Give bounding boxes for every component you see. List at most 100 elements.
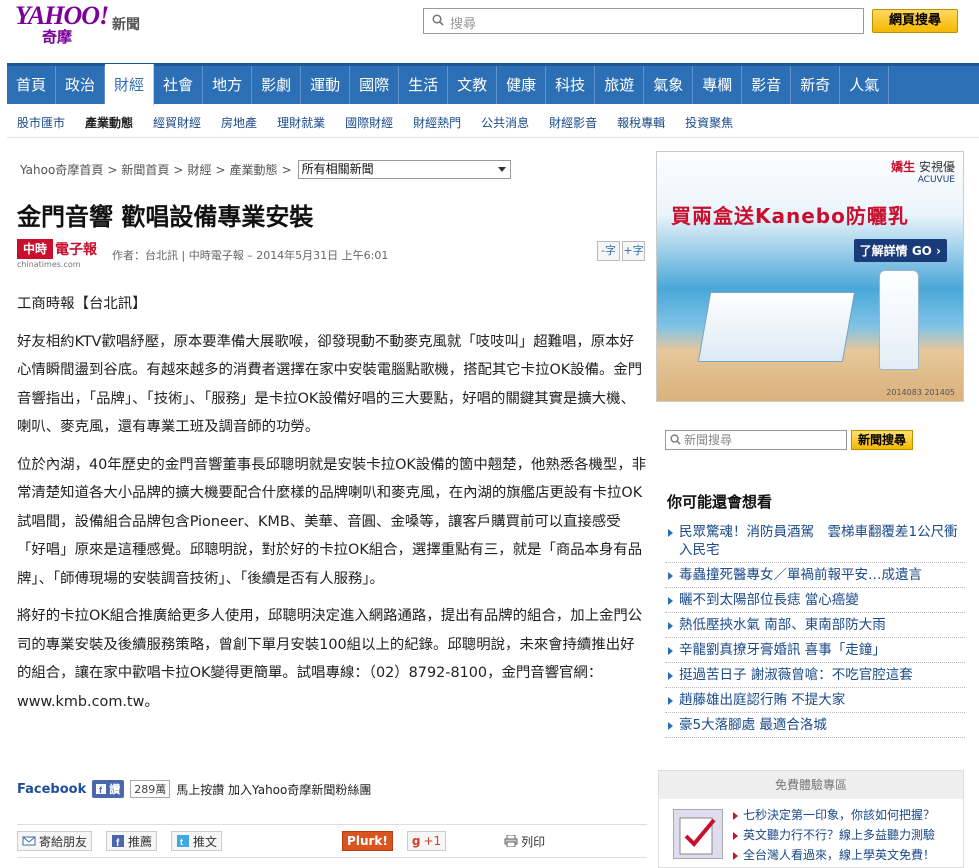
print-button[interactable]: 列印 bbox=[500, 831, 549, 851]
main-nav-tab[interactable]: 旅遊 bbox=[595, 66, 645, 104]
main-nav-tab[interactable]: 影劇 bbox=[252, 66, 302, 104]
facebook-label: Facebook bbox=[17, 781, 87, 797]
ad-product-image bbox=[697, 292, 856, 362]
email-friend-label: 寄給朋友 bbox=[39, 834, 88, 849]
sub-nav-item[interactable]: 國際財經 bbox=[335, 108, 403, 137]
font-size-controls: -字 +字 bbox=[597, 241, 645, 261]
breadcrumb-finance[interactable]: 財經 bbox=[187, 161, 211, 178]
like-cta-text[interactable]: 馬上按讚 加入Yahoo奇摩新聞粉絲團 bbox=[176, 781, 371, 798]
related-item[interactable]: 辛龍劉真撩牙膏婚訊 喜事「走鐘」 bbox=[665, 638, 965, 663]
facebook-row: Facebook f 讚 289萬 馬上按讚 加入Yahoo奇摩新聞粉絲團 bbox=[17, 780, 371, 798]
search-icon bbox=[432, 14, 444, 26]
sub-nav-item[interactable]: 公共消息 bbox=[471, 108, 539, 137]
sub-nav-item[interactable]: 經貿財經 bbox=[143, 108, 211, 137]
source-name: 電子報 bbox=[55, 242, 97, 258]
main-nav-tab[interactable]: 社會 bbox=[154, 66, 204, 104]
main-nav-tab[interactable]: 首頁 bbox=[7, 66, 57, 104]
font-smaller-button[interactable]: -字 bbox=[597, 241, 620, 261]
search-input[interactable]: 搜尋 bbox=[423, 8, 864, 34]
svg-text:t: t bbox=[180, 837, 183, 847]
free-trial-item[interactable]: 全台灣人看過來，線上學英文免費！ bbox=[731, 845, 935, 865]
facebook-icon: f bbox=[96, 784, 107, 794]
related-item[interactable]: 趙藤雄出庭認行賄 不提大家 bbox=[665, 688, 965, 713]
main-nav-tab[interactable]: 科技 bbox=[546, 66, 596, 104]
ad-brand-name: 安視優 bbox=[918, 160, 955, 174]
facebook-like-button[interactable]: f 讚 bbox=[92, 780, 125, 798]
main-nav-tab[interactable]: 氣象 bbox=[644, 66, 694, 104]
breadcrumb-home[interactable]: Yahoo奇摩首頁 bbox=[20, 161, 103, 178]
article-paragraph: 將好的卡拉OK組合推廣給更多人使用，邱聰明決定進入網路通路，提出有品牌的組合，加… bbox=[17, 608, 643, 710]
free-trial-item[interactable]: 七秒決定第一印象，你該如何把握？ bbox=[731, 805, 935, 825]
related-item[interactable]: 豪5大落腳處 最適合洛城 bbox=[665, 713, 965, 738]
related-item[interactable]: 毒蟲撞死醫專女／單禍前報平安…成遺言 bbox=[665, 563, 965, 588]
main-nav-tab[interactable]: 新奇 bbox=[791, 66, 841, 104]
recommend-label: 推薦 bbox=[128, 834, 153, 849]
main-nav-tab[interactable]: 文教 bbox=[448, 66, 498, 104]
sub-nav-item[interactable]: 理財就業 bbox=[267, 108, 335, 137]
main-nav-tab[interactable]: 生活 bbox=[399, 66, 449, 104]
logo-sub: 奇摩 bbox=[42, 28, 73, 46]
sub-nav-item[interactable]: 財經影音 bbox=[539, 108, 607, 137]
main-nav-tab[interactable]: 運動 bbox=[301, 66, 351, 104]
facebook-recommend-button[interactable]: f 推薦 bbox=[106, 831, 158, 851]
tweet-button[interactable]: t 推文 bbox=[171, 831, 223, 851]
google-plus-label: +1 bbox=[423, 834, 442, 848]
google-plus-button[interactable]: g +1 bbox=[406, 831, 447, 851]
main-nav-tab[interactable]: 影音 bbox=[742, 66, 792, 104]
font-larger-button[interactable]: +字 bbox=[622, 241, 645, 261]
related-item[interactable]: 曬不到太陽部位長痣 當心癌變 bbox=[665, 588, 965, 613]
ad-brand: 嬌生 安視優 ACUVUE bbox=[891, 158, 955, 185]
web-search-button[interactable]: 網頁搜尋 bbox=[872, 9, 958, 33]
main-nav-tab[interactable]: 地方 bbox=[203, 66, 253, 104]
article-title: 金門音響 歡唱設備專業安裝 bbox=[17, 202, 314, 231]
ad-sunscreen-image bbox=[879, 270, 919, 370]
sub-nav-item[interactable]: 財經熱門 bbox=[403, 108, 471, 137]
source-logo[interactable]: 中時 電子報 chinatimes.com bbox=[17, 239, 103, 269]
main-nav-tab[interactable]: 健康 bbox=[497, 66, 547, 104]
news-search-input[interactable]: 新聞搜尋 bbox=[665, 430, 847, 450]
section-label[interactable]: 新聞 bbox=[112, 14, 140, 34]
tweet-label: 推文 bbox=[193, 834, 218, 849]
printer-icon bbox=[504, 835, 518, 847]
main-nav-tab[interactable]: 財經 bbox=[105, 64, 155, 106]
free-trial-list: 七秒決定第一印象，你該如何把握？ 英文聽力行不行？線上多益聽力測驗 全台灣人看過… bbox=[731, 805, 935, 865]
facebook-icon: f bbox=[112, 835, 125, 847]
related-item[interactable]: 挺過苦日子 謝淑薇曾嗆：不吃官腔這套 bbox=[665, 663, 965, 688]
print-label: 列印 bbox=[521, 834, 546, 849]
related-item[interactable]: 民眾驚魂！消防員酒駕 雲梯車翻覆差1公尺衝入民宅 bbox=[665, 520, 965, 563]
ad-code: 2014083 201405 bbox=[886, 388, 955, 397]
sub-nav-item[interactable]: 報稅專輯 bbox=[607, 108, 675, 137]
source-url: chinatimes.com bbox=[17, 260, 81, 269]
ad-brand-en: ACUVUE bbox=[917, 175, 955, 185]
main-nav-tab[interactable]: 專欄 bbox=[693, 66, 743, 104]
plurk-button[interactable]: Plurk! bbox=[342, 831, 393, 851]
breadcrumb-separator: > bbox=[215, 162, 226, 177]
related-news-select[interactable]: 所有相關新聞 bbox=[297, 160, 511, 179]
article-byline: 作者：台北訊 | 中時電子報 – 2014年5月31日 上午6:01 bbox=[112, 249, 389, 262]
mail-icon bbox=[22, 836, 36, 846]
sub-nav-item[interactable]: 房地產 bbox=[211, 108, 267, 137]
header: YAHOO! 奇摩 新聞 搜尋 網頁搜尋 bbox=[0, 0, 979, 62]
article-body: 工商時報【台北訊】 好友相約KTV歡唱紓壓，原本要準備大展歌喉，卻發現動不動麥克… bbox=[17, 290, 647, 725]
sub-nav-item[interactable]: 產業動態 bbox=[75, 108, 143, 137]
acuvue-ad-banner[interactable]: 嬌生 安視優 ACUVUE 買兩盒送Kanebo防曬乳 了解詳情 GO › 20… bbox=[656, 151, 964, 402]
google-plus-icon: g bbox=[411, 834, 421, 848]
breadcrumb-news[interactable]: 新聞首頁 bbox=[121, 161, 169, 178]
breadcrumb-separator: > bbox=[281, 162, 292, 177]
email-friend-button[interactable]: 寄給朋友 bbox=[17, 831, 93, 851]
twitter-icon: t bbox=[177, 835, 190, 847]
news-search-button[interactable]: 新聞搜尋 bbox=[851, 430, 913, 450]
main-nav-tab[interactable]: 國際 bbox=[350, 66, 400, 104]
main-nav-tab[interactable]: 人氣 bbox=[840, 66, 890, 104]
ad-cta-button[interactable]: 了解詳情 GO › bbox=[853, 239, 947, 262]
sub-nav-item[interactable]: 投資聚焦 bbox=[675, 108, 743, 137]
free-trial-box: 免費體驗專區 七秒決定第一印象，你該如何把握？ 英文聽力行不行？線上多益聽力測驗… bbox=[658, 770, 964, 868]
free-trial-item[interactable]: 英文聽力行不行？線上多益聽力測驗 bbox=[731, 825, 935, 845]
related-title: 你可能還會想看 bbox=[667, 493, 773, 511]
related-item[interactable]: 熱低壓挾水氣 南部、東南部防大雨 bbox=[665, 613, 965, 638]
sub-nav-item[interactable]: 股市匯市 bbox=[7, 108, 75, 137]
main-nav-tab[interactable]: 政治 bbox=[56, 66, 106, 104]
breadcrumb-industry[interactable]: 產業動態 bbox=[230, 161, 278, 178]
ad-headline: 買兩盒送Kanebo防曬乳 bbox=[671, 204, 909, 228]
like-count: 289萬 bbox=[130, 780, 171, 798]
